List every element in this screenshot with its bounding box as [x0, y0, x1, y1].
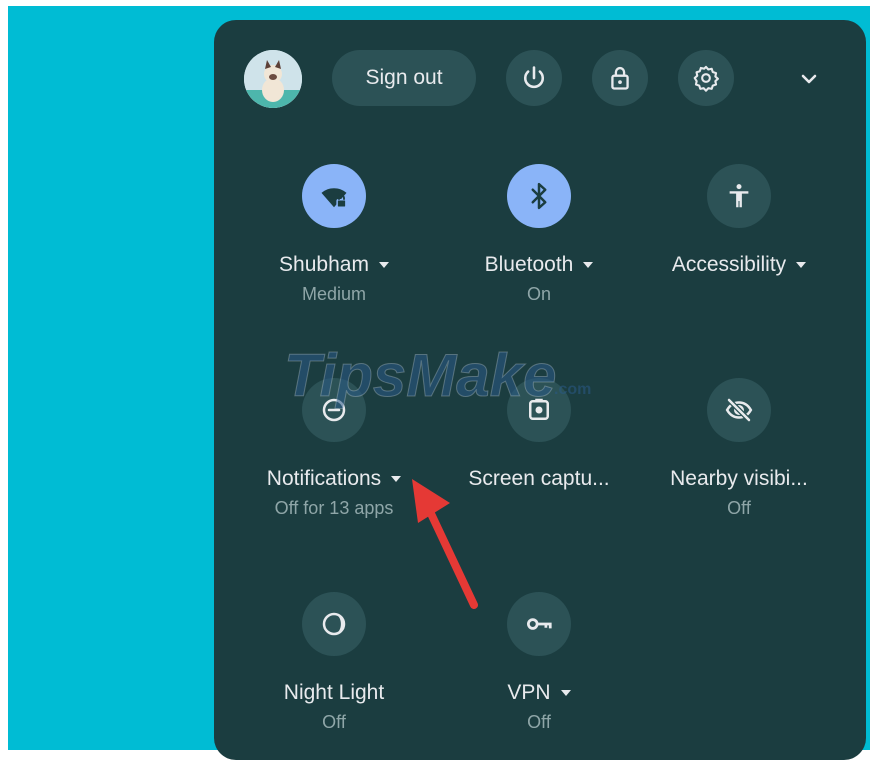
wifi-lock-icon	[321, 188, 347, 208]
notifications-sublabel: Off for 13 apps	[274, 498, 394, 518]
tile-nearby-visibility: Nearby visibi... Off	[639, 378, 839, 520]
avatar[interactable]	[244, 50, 302, 108]
collapse-button[interactable]	[784, 54, 834, 104]
bluetooth-label-row[interactable]: Bluetooth	[439, 252, 639, 278]
tile-vpn: VPN Off	[439, 592, 639, 734]
caret-down-icon	[391, 476, 402, 482]
nearby-visibility-label: Nearby visibi...	[670, 467, 808, 490]
tile-wifi: Shubham Medium	[234, 164, 434, 306]
accessibility-icon	[729, 184, 749, 208]
lock-button[interactable]	[592, 50, 648, 106]
notifications-button[interactable]	[302, 378, 366, 442]
notifications-label-row[interactable]: Notifications	[234, 466, 434, 492]
settings-button[interactable]	[678, 50, 734, 106]
screen-capture-label: Screen captu...	[468, 467, 610, 490]
lock-icon	[611, 66, 629, 90]
accessibility-label-row[interactable]: Accessibility	[639, 252, 839, 278]
night-light-label: Night Light	[283, 681, 385, 704]
accessibility-label: Accessibility	[671, 253, 787, 276]
tile-notifications: Notifications Off for 13 apps	[234, 378, 434, 520]
screen-capture-button[interactable]	[507, 378, 571, 442]
gear-icon	[693, 65, 719, 92]
accessibility-sublabel	[639, 284, 839, 306]
cat-avatar-image	[244, 50, 302, 108]
quick-settings-panel: Sign out Shubham Medium Bluetooth On Acc…	[214, 20, 866, 760]
tile-screen-capture: Screen captu...	[439, 378, 639, 520]
bluetooth-toggle-button[interactable]	[507, 164, 571, 228]
tile-accessibility: Accessibility	[639, 164, 839, 306]
vpn-sublabel: Off	[527, 712, 551, 732]
screen-capture-label-row[interactable]: Screen captu...	[439, 466, 639, 492]
do-not-disturb-icon	[322, 398, 346, 422]
vpn-key-icon	[527, 618, 552, 630]
sign-out-button[interactable]: Sign out	[332, 50, 476, 106]
wifi-label: Shubham	[279, 253, 369, 276]
bluetooth-icon	[531, 182, 547, 210]
bluetooth-label: Bluetooth	[484, 253, 574, 276]
wifi-label-row[interactable]: Shubham	[234, 252, 434, 278]
nearby-visibility-button[interactable]	[707, 378, 771, 442]
night-light-sublabel: Off	[322, 712, 346, 732]
eye-off-icon	[725, 398, 753, 422]
screen-capture-sublabel	[439, 498, 639, 520]
night-light-button[interactable]	[302, 592, 366, 656]
accessibility-button[interactable]	[707, 164, 771, 228]
vpn-label: VPN	[507, 681, 551, 704]
night-light-icon	[322, 612, 346, 636]
caret-down-icon	[378, 262, 389, 268]
caret-down-icon	[796, 262, 807, 268]
tile-bluetooth: Bluetooth On	[439, 164, 639, 306]
nearby-visibility-label-row[interactable]: Nearby visibi...	[639, 466, 839, 492]
power-button[interactable]	[506, 50, 562, 106]
screen-capture-icon	[529, 398, 549, 420]
night-light-label-row[interactable]: Night Light	[234, 680, 434, 706]
wifi-toggle-button[interactable]	[302, 164, 366, 228]
power-icon	[523, 66, 545, 89]
caret-down-icon	[583, 262, 594, 268]
bluetooth-sublabel: On	[526, 284, 551, 304]
tile-night-light: Night Light Off	[234, 592, 434, 734]
nearby-visibility-sublabel: Off	[727, 498, 751, 518]
wifi-sublabel: Medium	[301, 284, 367, 304]
vpn-label-row[interactable]: VPN	[439, 680, 639, 706]
vpn-button[interactable]	[507, 592, 571, 656]
chevron-down-icon	[801, 74, 817, 84]
notifications-label: Notifications	[266, 467, 382, 490]
caret-down-icon	[560, 690, 571, 696]
